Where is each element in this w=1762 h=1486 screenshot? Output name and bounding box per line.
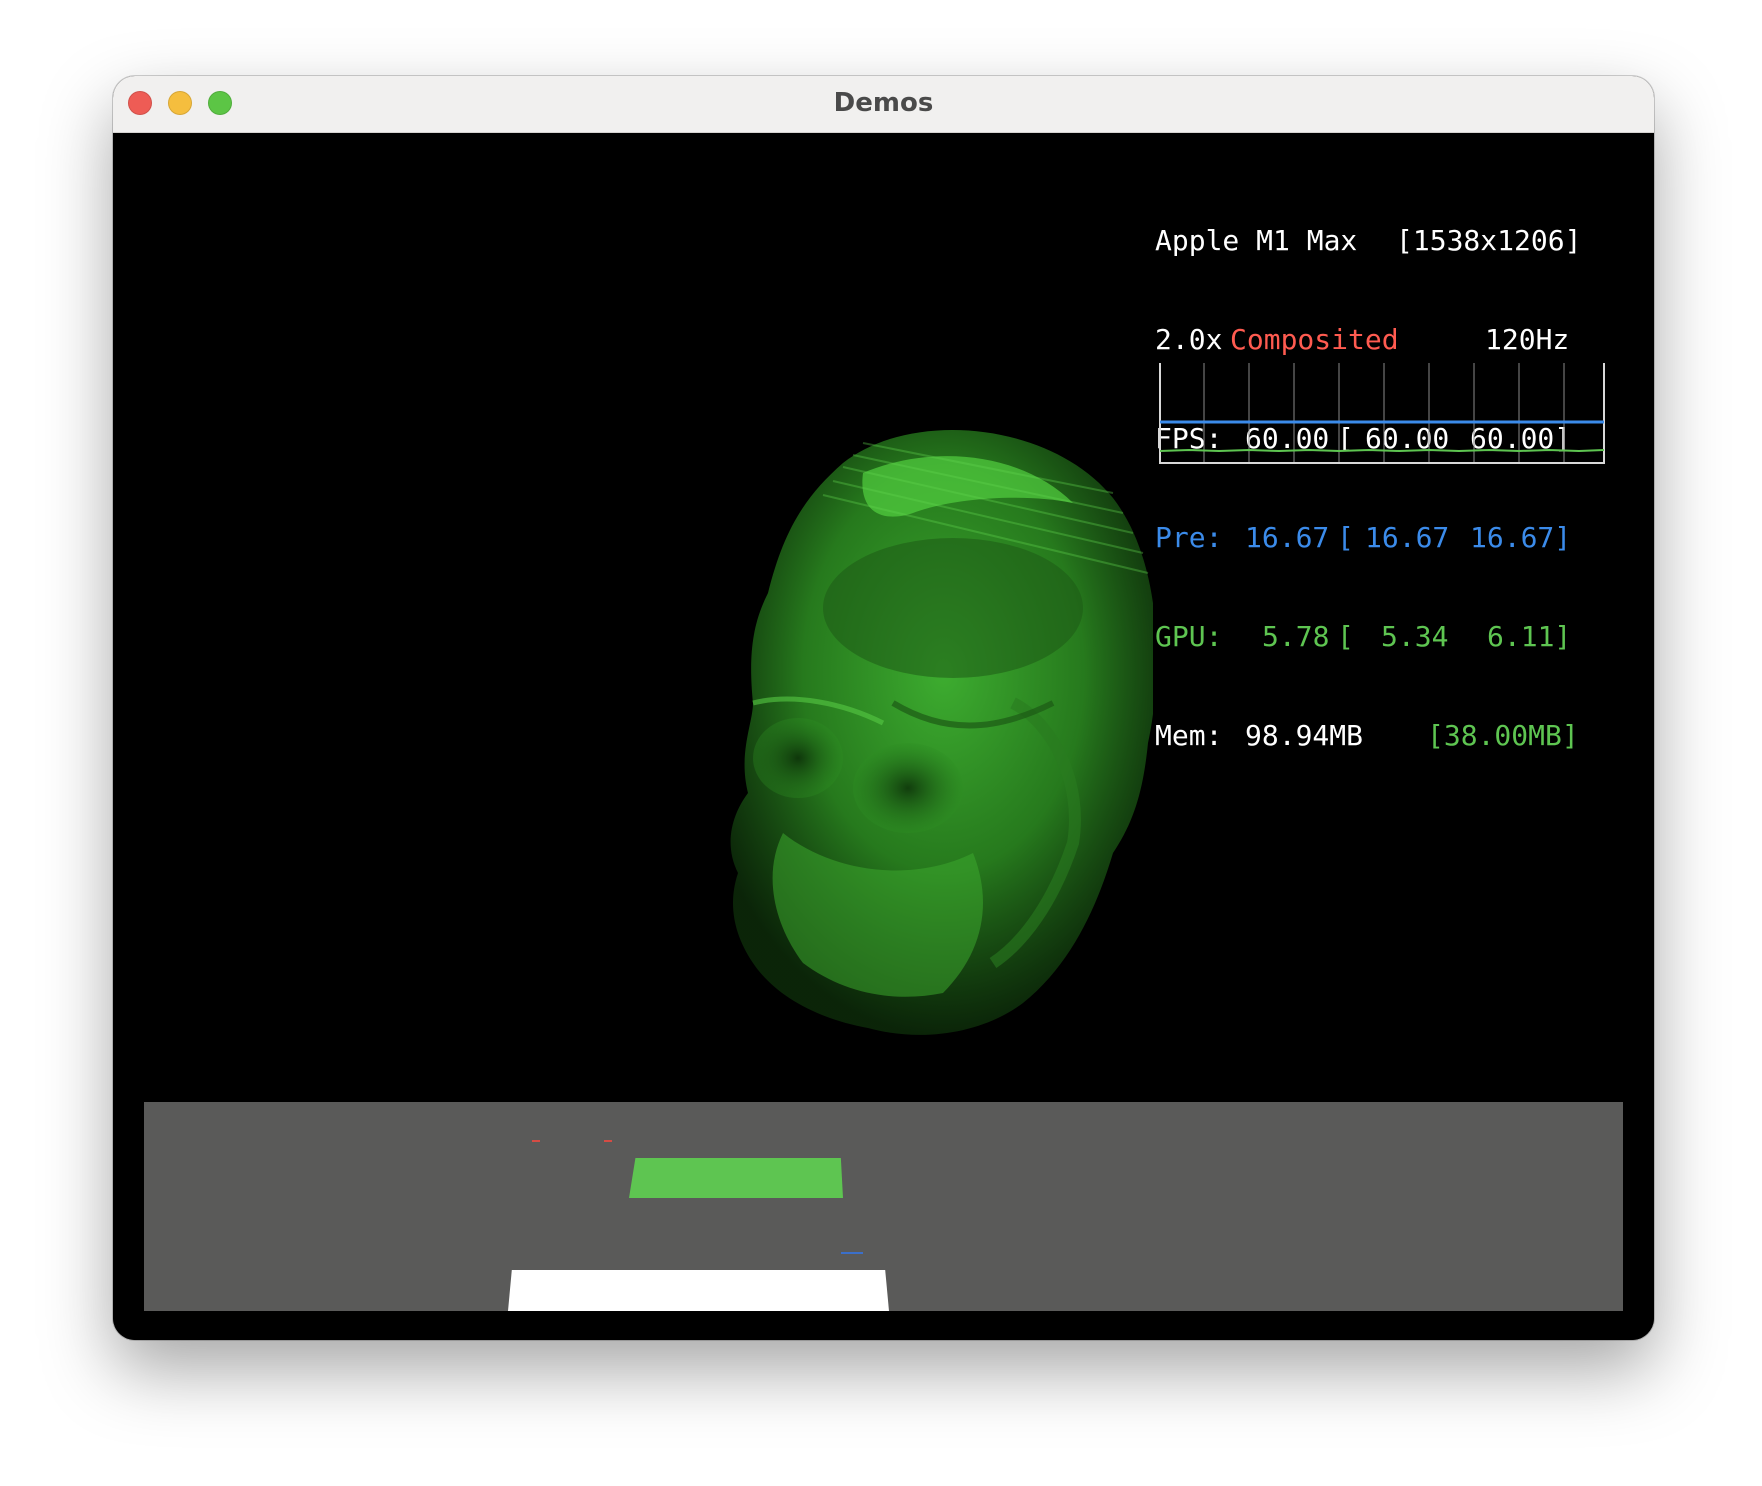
mem-label: Mem: [1155,719,1223,752]
gpu-current: 5.78 [1262,620,1330,653]
gpu-name: Apple M1 Max [1155,224,1358,257]
gpu-max: 6.11] [1487,620,1572,653]
gpu-series-line [1159,448,1605,453]
stats-overlay: Apple M1 Max [1538x1206] 2.0x Composited… [1155,158,1605,818]
tf-red-marker [604,1140,612,1142]
window-title: Demos [833,88,934,118]
composited-label: Composited [1230,323,1399,356]
scale-factor: 2.0x [1155,323,1223,356]
resolution: [1538x1206] [1396,224,1582,257]
frame-time-graph [1159,363,1605,464]
gpu-label: GPU: [1155,620,1223,653]
transfer-function-panel[interactable] [144,1102,1623,1311]
title-bar[interactable]: Demos [113,76,1654,133]
green-channel-control[interactable] [629,1158,843,1198]
alpha-channel-control[interactable] [508,1270,889,1311]
refresh-rate: 120Hz [1485,323,1570,356]
tf-blue-marker [841,1252,863,1254]
pre-max: 16.67] [1470,521,1572,554]
mem-peak: [38.00MB] [1427,719,1579,752]
pre-min: 16.67 [1365,521,1450,554]
mem-current: 98.94MB [1245,719,1364,752]
pre-bracket: [ [1337,521,1354,554]
render-viewport[interactable]: Apple M1 Max [1538x1206] 2.0x Composited… [113,133,1654,1340]
pre-current: 16.67 [1245,521,1330,554]
gpu-min: 5.34 [1381,620,1449,653]
gpu-bracket: [ [1337,620,1354,653]
volume-skull-render [730,430,1153,1035]
app-window: Demos Apple M1 Max [1538x1206] 2.0x Comp… [113,76,1654,1340]
pre-label: Pre: [1155,521,1223,554]
tf-red-marker [532,1140,540,1142]
